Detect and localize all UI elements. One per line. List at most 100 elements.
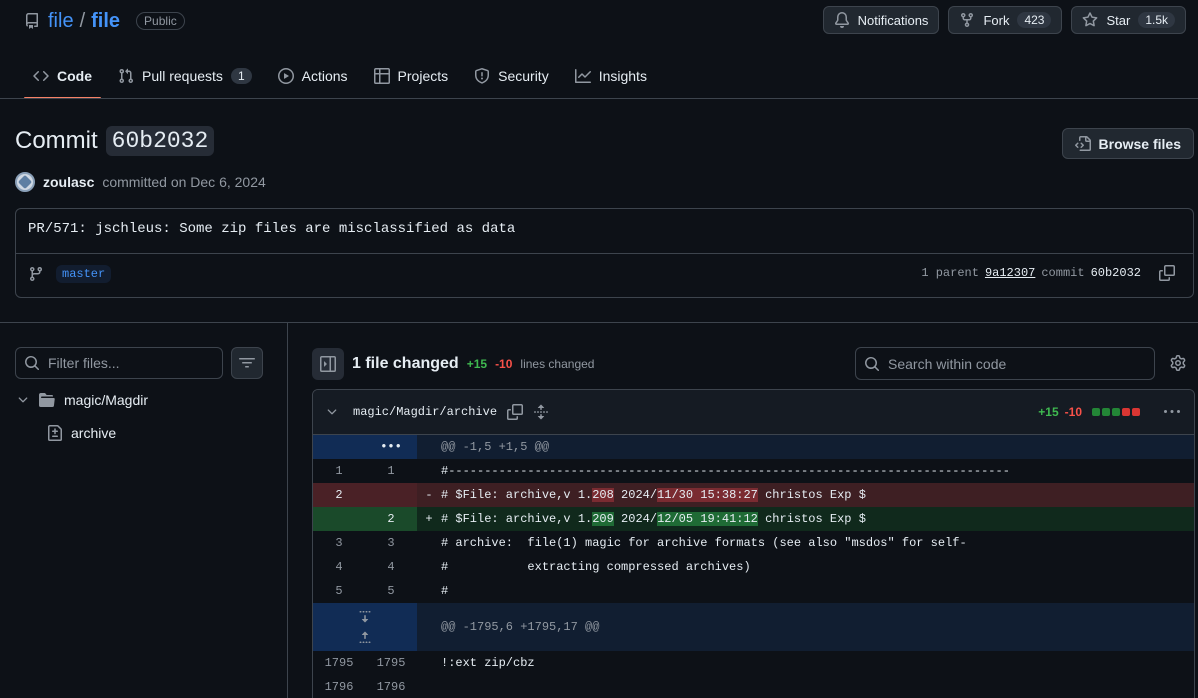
browse-files-button[interactable]: Browse files: [1061, 128, 1194, 159]
tab-projects-label: Projects: [397, 68, 449, 84]
filter-options-button[interactable]: [231, 347, 263, 379]
tab-code-label: Code: [57, 68, 92, 84]
search-icon: [865, 356, 880, 371]
tab-security[interactable]: Security: [465, 58, 558, 94]
new-line-number[interactable]: 1795: [365, 651, 417, 675]
old-line-number[interactable]: 4: [313, 555, 365, 579]
expand-all-button[interactable]: •••: [365, 435, 417, 459]
tree-directory[interactable]: magic/Magdir: [16, 392, 148, 408]
diff-sign: [417, 531, 441, 555]
visibility-badge: Public: [136, 12, 185, 30]
new-line-number[interactable]: 1796: [365, 675, 417, 698]
total-additions: +15: [466, 357, 488, 371]
diffstat-add-block: [1102, 408, 1110, 416]
diff-code: #: [441, 584, 449, 598]
repo-name-link[interactable]: file: [91, 10, 120, 33]
shield-icon: [475, 68, 490, 84]
browse-files-label: Browse files: [1098, 135, 1181, 152]
old-line-number[interactable]: 3: [313, 531, 365, 555]
tab-actions-label: Actions: [301, 68, 348, 84]
tab-pull-requests[interactable]: Pull requests 1: [109, 58, 261, 94]
copy-icon[interactable]: [1159, 265, 1175, 281]
diffstat-del-block: [1122, 408, 1130, 416]
tab-pull-requests-label: Pull requests: [142, 68, 223, 84]
fork-label: Fork: [983, 12, 1010, 28]
avatar[interactable]: [15, 172, 35, 192]
old-line-number[interactable]: 2: [313, 483, 365, 507]
search-within-code-input[interactable]: Search within code: [855, 347, 1155, 380]
commit-title-prefix: Commit: [15, 127, 98, 154]
tab-insights[interactable]: Insights: [566, 58, 656, 94]
diff-code: !:ext zip/cbz: [441, 656, 535, 670]
old-line-number[interactable]: 1: [313, 459, 365, 483]
old-line-number[interactable]: 1796: [313, 675, 365, 698]
filter-icon: [239, 358, 255, 368]
tab-insights-label: Insights: [598, 68, 647, 84]
tab-projects[interactable]: Projects: [365, 58, 458, 94]
new-line-number[interactable]: 5: [365, 579, 417, 603]
sidebar-collapse-icon: [320, 356, 336, 372]
code-highlight: 12/05 19:41:12: [657, 512, 758, 526]
code-highlight: 209: [592, 512, 614, 526]
author-link[interactable]: zoulasc: [43, 174, 94, 190]
sidebar-toggle-button[interactable]: [312, 348, 344, 380]
repo-icon: [25, 13, 38, 29]
git-pull-request-icon: [119, 68, 134, 84]
branch-tag[interactable]: master: [56, 265, 112, 283]
commit-sha-heading: 60b2032: [105, 126, 215, 156]
play-icon: [277, 68, 294, 84]
diff-file: magic/Magdir/archive +15 -10 ••• @@ -1,5…: [312, 389, 1195, 698]
tab-code[interactable]: Code: [24, 58, 101, 99]
code-segment: # $File: archive,v 1.: [441, 512, 593, 526]
old-line-number: [313, 507, 365, 531]
new-line-number[interactable]: 1: [365, 459, 417, 483]
tab-actions[interactable]: Actions: [269, 58, 357, 94]
pull-requests-count: 1: [230, 68, 252, 84]
parent-sha-link[interactable]: 9a12307: [985, 266, 1035, 280]
commit-author-line: zoulasc committed on Dec 6, 2024: [15, 172, 266, 192]
copy-icon[interactable]: [507, 404, 524, 420]
code-highlight: 11/30 15:38:27: [657, 488, 758, 502]
notifications-button[interactable]: Notifications: [822, 6, 940, 34]
diff-line: 1796 1796: [313, 675, 1194, 698]
new-line-number[interactable]: 2: [365, 507, 417, 531]
filter-files-input[interactable]: Filter files...: [15, 347, 223, 379]
new-line-number[interactable]: 4: [365, 555, 417, 579]
tree-file-label: archive: [71, 425, 117, 441]
hunk-sign: [417, 435, 441, 459]
hunk-header-text: @@ -1,5 +1,5 @@: [441, 440, 550, 454]
commit-message-box: PR/571: jschleus: Some zip files are mis…: [15, 208, 1194, 298]
code-icon: [33, 70, 49, 82]
hunk-gutter: [313, 435, 365, 459]
chevron-down-icon[interactable]: [325, 405, 339, 419]
repo-owner-link[interactable]: file: [48, 10, 74, 33]
unfold-icon[interactable]: [533, 404, 549, 420]
old-line-number[interactable]: 5: [313, 579, 365, 603]
diff-sign: [417, 651, 441, 675]
diff-sign: [417, 459, 441, 483]
kebab-horizontal-icon[interactable]: [1164, 404, 1180, 420]
tree-file[interactable]: archive: [47, 425, 116, 441]
diff-line: 1 1 #-----------------------------------…: [313, 459, 1194, 483]
repo-separator: /: [79, 9, 86, 32]
gear-icon: [1170, 355, 1186, 371]
star-button[interactable]: Star 1.5k: [1071, 6, 1186, 34]
repo-nav-tabs: Code Pull requests 1 Actions Projects Se…: [24, 58, 656, 99]
folder-icon: [39, 393, 55, 407]
chevron-down-icon: [18, 397, 28, 403]
commit-message-divider: [16, 253, 1193, 254]
fork-count: 423: [1017, 12, 1052, 28]
diff-file-path[interactable]: magic/Magdir/archive: [353, 405, 497, 419]
total-deletions: -10: [495, 357, 513, 371]
old-line-number[interactable]: 1795: [313, 651, 365, 675]
file-diff-icon: [48, 425, 62, 441]
fold-up-icon[interactable]: [357, 630, 373, 646]
repo-actions: Notifications Fork 423 Star 1.5k: [822, 6, 1186, 34]
diff-settings-button[interactable]: [1170, 355, 1186, 371]
fork-button[interactable]: Fork 423: [948, 6, 1063, 34]
new-line-number[interactable]: 3: [365, 531, 417, 555]
section-divider: [0, 322, 1198, 323]
fold-down-icon[interactable]: [357, 608, 373, 624]
committed-date: committed on Dec 6, 2024: [102, 174, 266, 190]
branch-row: master: [28, 265, 112, 283]
